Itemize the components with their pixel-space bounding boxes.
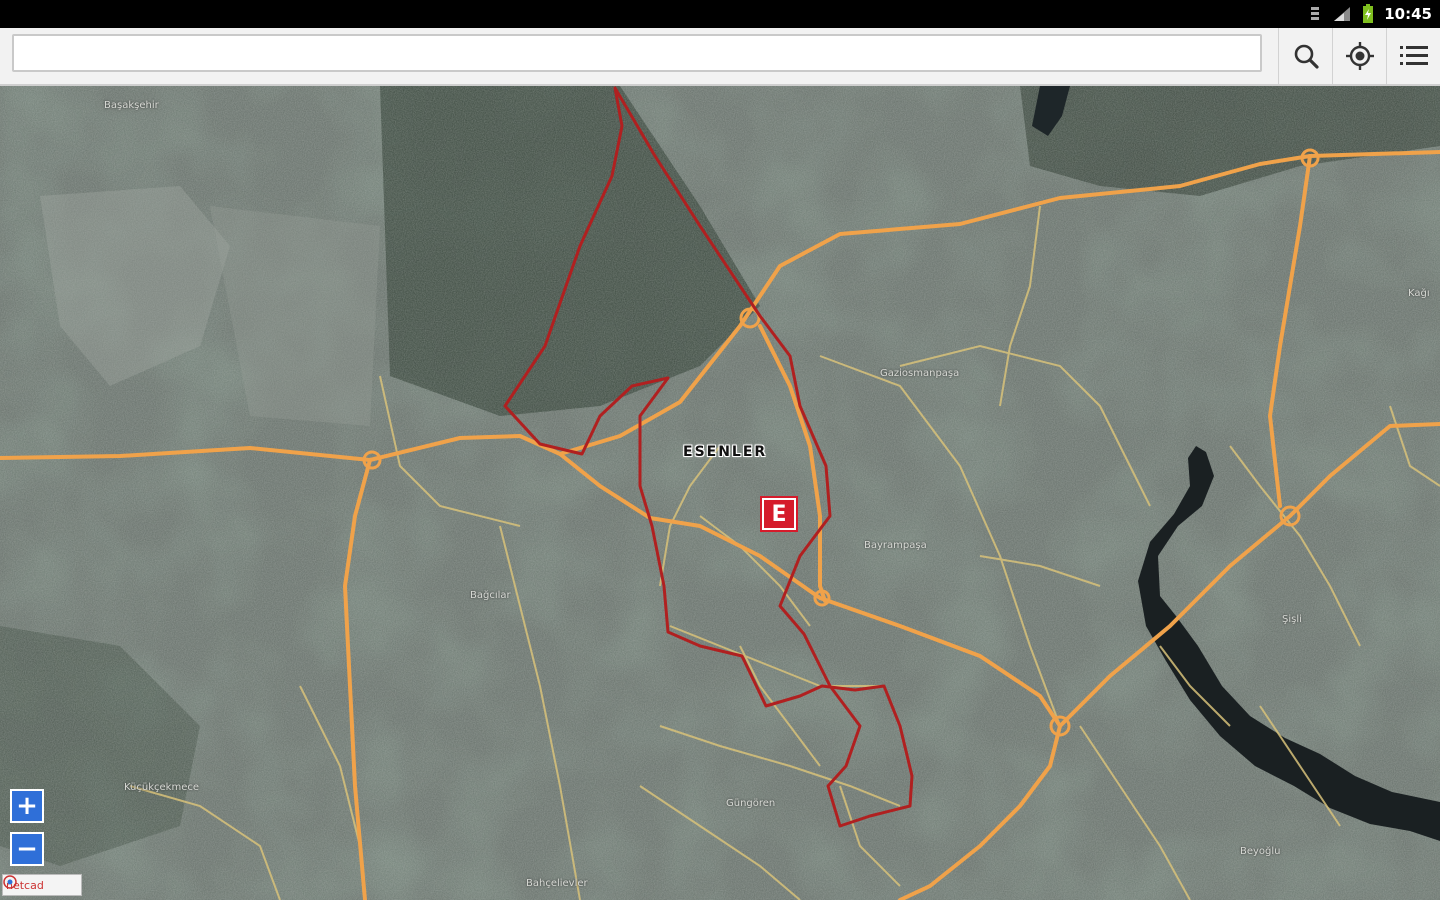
place-label-kagithane: Kağı — [1408, 288, 1430, 299]
netcad-logo-icon — [3, 875, 17, 889]
battery-icon — [1363, 4, 1374, 23]
place-label-bagcilar: Bağcılar — [470, 590, 511, 601]
status-icons: 10:45 — [1308, 4, 1432, 24]
search-icon — [1294, 44, 1319, 69]
signal-icon — [1334, 7, 1351, 21]
toolbar — [0, 28, 1440, 86]
place-label-basaksehir: Başakşehir — [104, 100, 159, 111]
search-input[interactable] — [12, 34, 1262, 72]
place-label-gaziosmanpasa: Gaziosmanpaşa — [880, 368, 960, 379]
status-bar: 10:45 — [0, 0, 1440, 28]
place-label-bahcelievler: Bahçelievler — [526, 878, 588, 889]
menu-button[interactable] — [1386, 28, 1440, 84]
place-label-kucukcekmece: Küçükçekmece — [124, 782, 200, 793]
map-view[interactable]: Başakşehir Gaziosmanpaşa Bayrampaşa Bağc… — [0, 86, 1440, 900]
district-label: ESENLER — [683, 444, 768, 460]
place-label-beyoglu: Beyoğlu — [1240, 846, 1281, 857]
my-location-icon — [1346, 42, 1374, 70]
zoom-out-button[interactable]: − — [10, 832, 44, 866]
my-location-button[interactable] — [1332, 28, 1387, 84]
menu-icon — [1400, 46, 1428, 65]
district-marker[interactable]: E — [760, 496, 798, 532]
place-label-sisli: Şişli — [1282, 614, 1302, 625]
search-button[interactable] — [1278, 28, 1333, 84]
attribution-logo[interactable]: netcad — [2, 874, 82, 896]
map-canvas[interactable] — [0, 86, 1440, 900]
place-label-bayrampasa: Bayrampaşa — [864, 540, 927, 551]
status-time: 10:45 — [1384, 5, 1432, 23]
zoom-in-button[interactable]: + — [10, 789, 44, 823]
usb-debug-icon — [1311, 7, 1320, 20]
district-marker-letter: E — [764, 500, 794, 528]
place-label-gungoren: Güngören — [726, 798, 776, 809]
